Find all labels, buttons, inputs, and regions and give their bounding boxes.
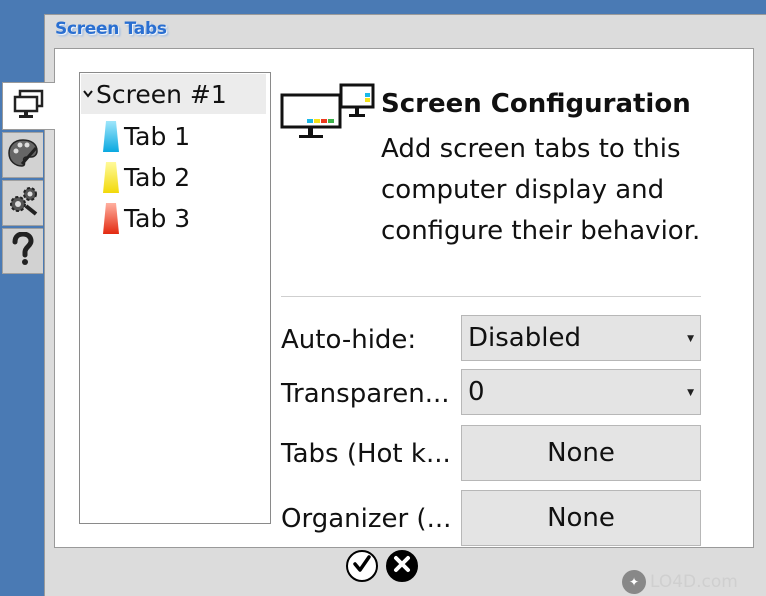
tabs-hotkey-button[interactable]: None — [461, 425, 701, 481]
tab-color-icon — [103, 162, 119, 193]
gears-icon — [6, 184, 40, 222]
dialog-buttons — [346, 550, 424, 584]
side-tab-screens[interactable] — [2, 82, 55, 130]
lo4d-logo-icon: ✦ — [622, 570, 646, 594]
ok-button[interactable] — [346, 550, 378, 582]
tree-item-tab-1[interactable]: Tab 1 — [102, 116, 190, 156]
cancel-button[interactable] — [386, 550, 418, 582]
screen-config-icon — [279, 83, 379, 143]
watermark-text: LO4D.com — [650, 572, 738, 592]
question-icon — [10, 231, 36, 270]
check-icon — [352, 554, 372, 578]
organizer-hotkey-value: None — [547, 503, 615, 533]
side-tab-settings[interactable] — [2, 180, 43, 226]
tabs-hotkey-label: Tabs (Hot k... — [281, 439, 451, 469]
transparency-label: Transparen... — [281, 379, 450, 409]
window-title: Screen Tabs — [55, 19, 167, 39]
config-description: Add screen tabs to this computer display… — [381, 134, 701, 246]
monitor-icon — [12, 89, 46, 123]
transparency-select[interactable]: 0 ▼ — [461, 369, 701, 415]
tab-color-icon — [103, 203, 119, 234]
palette-icon — [6, 136, 40, 174]
close-icon — [392, 554, 412, 578]
organizer-hotkey-button[interactable]: None — [461, 490, 701, 546]
tree-root-label: Screen #1 — [96, 79, 227, 109]
organizer-label: Organizer (... — [281, 504, 452, 534]
tree-item-label: Tab 1 — [124, 121, 191, 151]
content-panel: Screen #1 Tab 1 Tab 2 Tab 3 Screen Confi… — [54, 48, 754, 548]
tree-item-tab-3[interactable]: Tab 3 — [102, 198, 190, 238]
side-tab-appearance[interactable] — [2, 132, 43, 178]
autohide-value: Disabled — [468, 323, 581, 353]
autohide-select[interactable]: Disabled ▼ — [461, 315, 701, 361]
tree-item-label: Tab 2 — [124, 162, 191, 192]
tree-root-screen[interactable]: Screen #1 — [81, 74, 266, 114]
side-tab-help[interactable] — [2, 228, 43, 274]
watermark: ✦ LO4D.com — [622, 568, 766, 596]
dropdown-caret-icon: ▼ — [687, 334, 694, 344]
config-title: Screen Configuration — [381, 89, 691, 119]
autohide-label: Auto-hide: — [281, 325, 417, 355]
tab-color-icon — [103, 121, 119, 152]
dropdown-caret-icon: ▼ — [687, 388, 694, 398]
tree-item-tab-2[interactable]: Tab 2 — [102, 157, 190, 197]
screen-tree[interactable]: Screen #1 Tab 1 Tab 2 Tab 3 — [79, 72, 271, 524]
divider — [281, 296, 701, 297]
transparency-value: 0 — [468, 377, 485, 407]
tree-item-label: Tab 3 — [124, 203, 191, 233]
side-tab-bar — [2, 82, 55, 276]
chevron-down-icon[interactable] — [82, 88, 94, 100]
tabs-hotkey-value: None — [547, 438, 615, 468]
